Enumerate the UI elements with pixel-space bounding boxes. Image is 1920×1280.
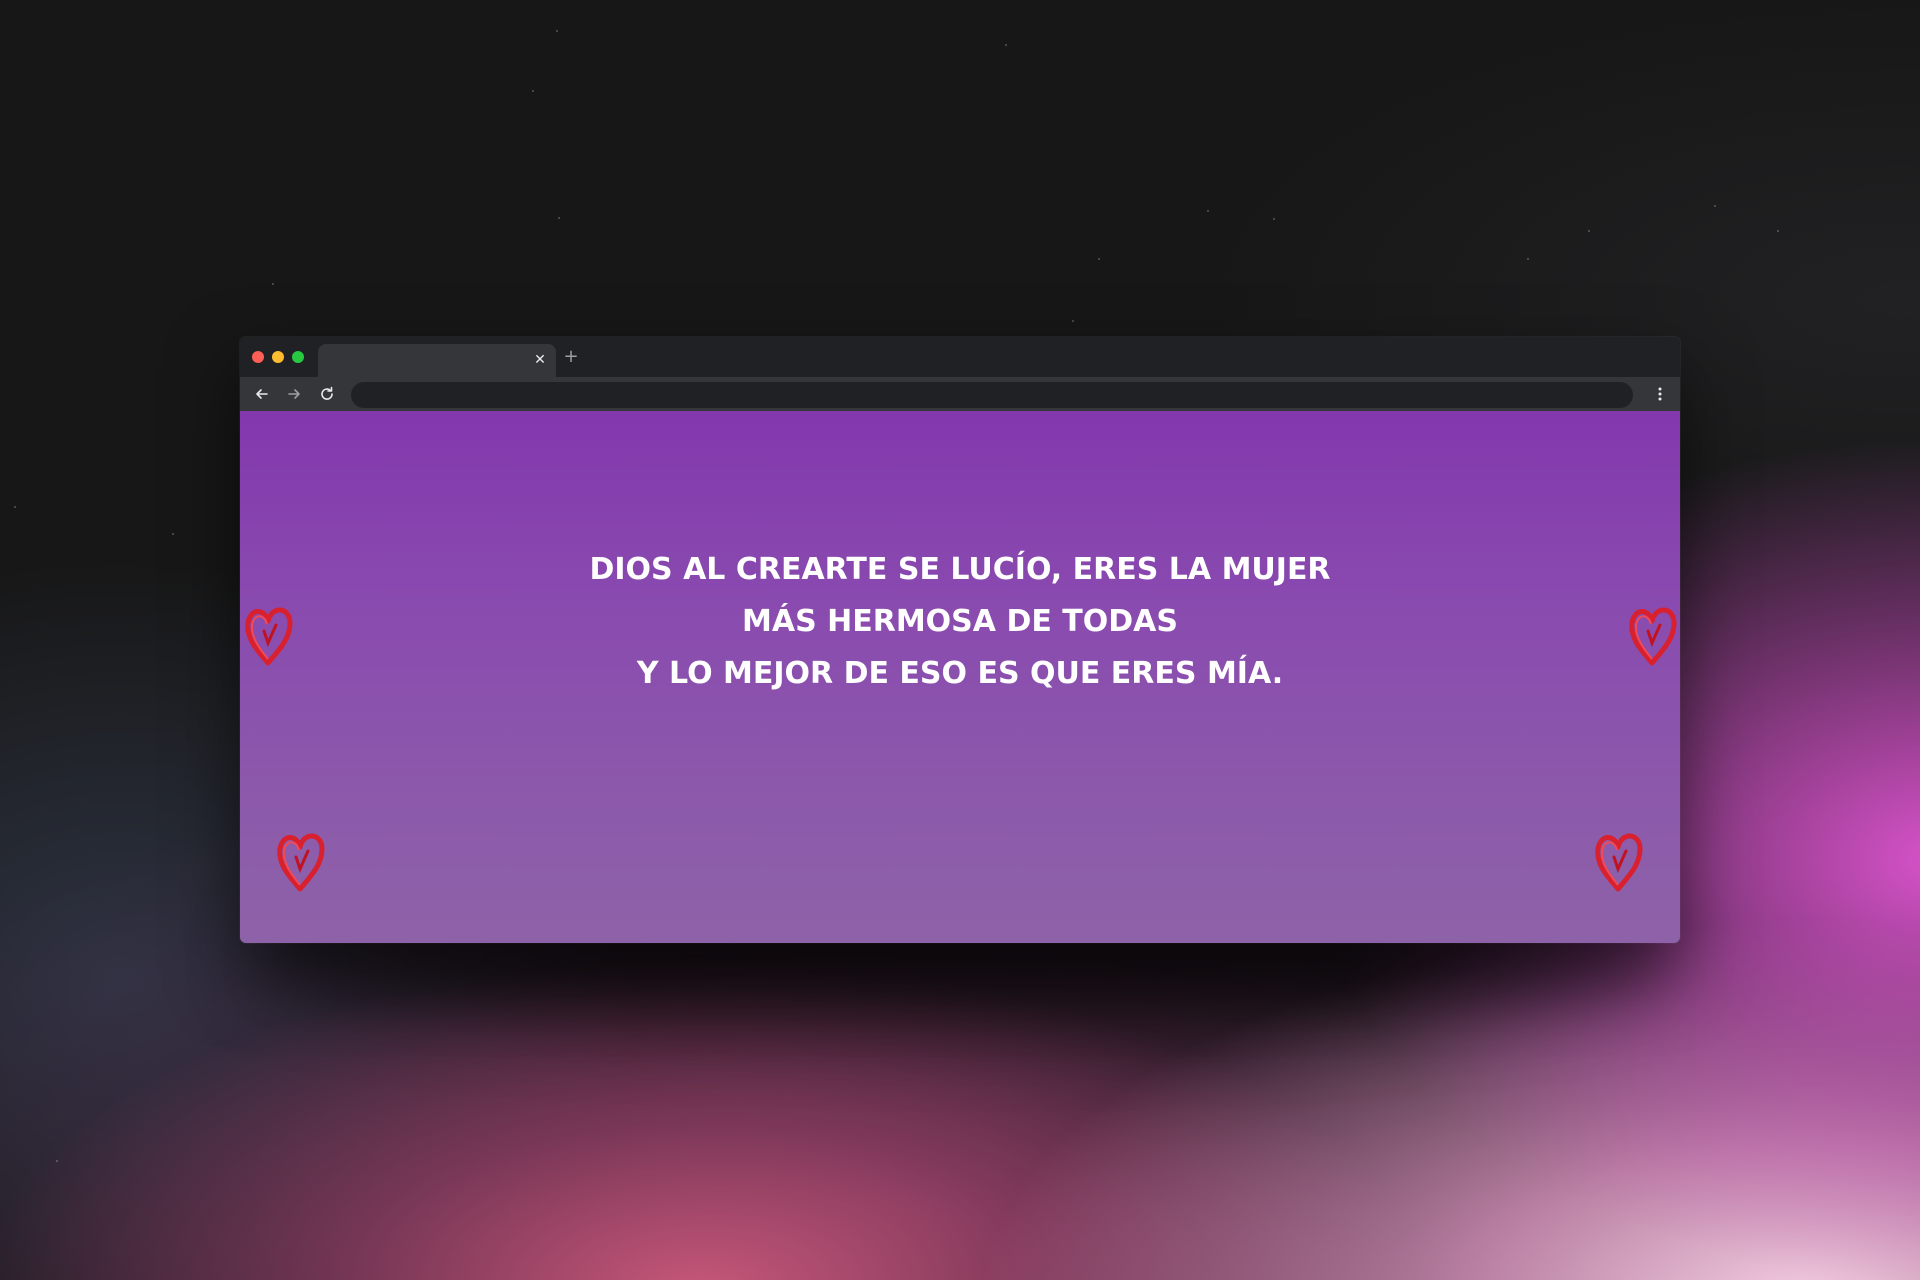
star — [1714, 205, 1716, 207]
star — [272, 283, 274, 285]
address-bar[interactable] — [351, 382, 1633, 408]
browser-toolbar — [240, 377, 1680, 411]
star — [1098, 258, 1100, 260]
tab-strip: ✕ + — [240, 337, 1680, 377]
reload-icon[interactable] — [317, 384, 337, 404]
star — [556, 30, 558, 32]
star — [14, 506, 16, 508]
heart-icon — [1590, 827, 1648, 897]
star — [1527, 258, 1529, 260]
kebab-menu-icon[interactable] — [1650, 384, 1670, 404]
star — [172, 533, 174, 535]
star — [558, 217, 560, 219]
window-minimize-button[interactable] — [272, 351, 284, 363]
star — [1777, 230, 1779, 232]
browser-window: ✕ + DIOS AL CREARTE SE LUCÍO, ERES LA MU… — [240, 337, 1680, 943]
window-close-button[interactable] — [252, 351, 264, 363]
arrow-left-icon[interactable] — [252, 384, 272, 404]
heart-icon — [240, 601, 298, 671]
heart-icon — [1624, 601, 1680, 671]
star — [1005, 44, 1007, 46]
star — [1207, 210, 1209, 212]
browser-tab[interactable]: ✕ — [318, 344, 556, 377]
window-maximize-button[interactable] — [292, 351, 304, 363]
page-viewport: DIOS AL CREARTE SE LUCÍO, ERES LA MUJER … — [240, 411, 1680, 943]
star — [1588, 230, 1590, 232]
message-line-3: Y LO MEJOR DE ESO ES QUE ERES MÍA. — [636, 656, 1284, 691]
love-message: DIOS AL CREARTE SE LUCÍO, ERES LA MUJER … — [240, 544, 1680, 700]
message-line-2: MÁS HERMOSA DE TODAS — [742, 604, 1178, 639]
star — [1072, 320, 1074, 322]
star — [56, 1160, 58, 1162]
close-icon[interactable]: ✕ — [532, 352, 548, 368]
star — [1273, 218, 1275, 220]
message-line-1: DIOS AL CREARTE SE LUCÍO, ERES LA MUJER — [589, 552, 1331, 587]
star — [532, 90, 534, 92]
plus-icon[interactable]: + — [562, 348, 580, 366]
arrow-right-icon[interactable] — [284, 384, 304, 404]
heart-icon — [272, 827, 330, 897]
